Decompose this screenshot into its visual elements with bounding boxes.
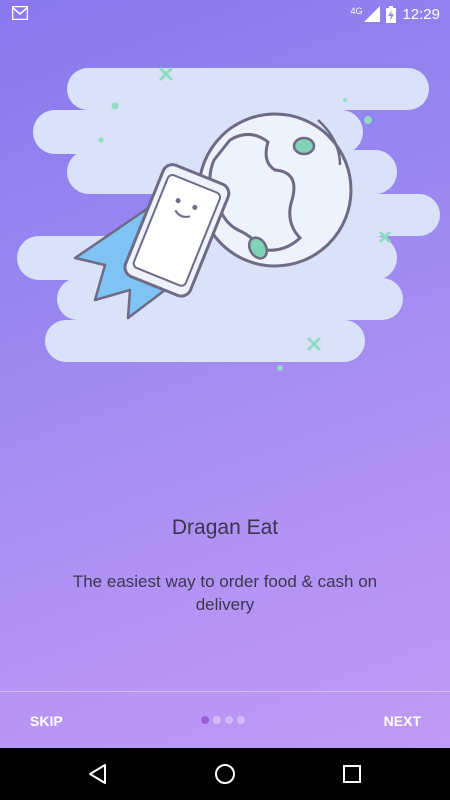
back-icon[interactable]: [86, 762, 110, 786]
page-dot-4[interactable]: [237, 716, 245, 724]
onboarding-subtitle: The easiest way to order food & cash on …: [72, 572, 378, 614]
skip-button[interactable]: SKIP: [30, 692, 63, 749]
page-dot-3[interactable]: [225, 716, 233, 724]
page-dot-2[interactable]: [213, 716, 221, 724]
signal-icon: [364, 6, 381, 22]
onboarding-illustration: [17, 66, 440, 371]
network-type-label: 4G: [350, 5, 363, 16]
onboarding-bottom-nav: SKIP NEXT: [0, 691, 450, 749]
onboarding-screen: 4G 12:29 Dragan Eat The easiest way to o…: [0, 0, 450, 800]
home-icon[interactable]: [213, 762, 237, 786]
battery-charging-icon: [386, 5, 397, 23]
system-nav-bar: [0, 748, 450, 800]
status-right-group: 4G 12:29: [350, 4, 440, 24]
clock: 12:29: [402, 5, 440, 23]
page-dot-1[interactable]: [201, 716, 209, 724]
gmail-icon: [12, 6, 28, 20]
status-bar: 4G 12:29: [0, 0, 450, 28]
recents-icon[interactable]: [340, 762, 364, 786]
next-button[interactable]: NEXT: [384, 692, 421, 749]
onboarding-title: Dragan Eat: [171, 516, 279, 539]
page-indicator: [201, 716, 245, 724]
